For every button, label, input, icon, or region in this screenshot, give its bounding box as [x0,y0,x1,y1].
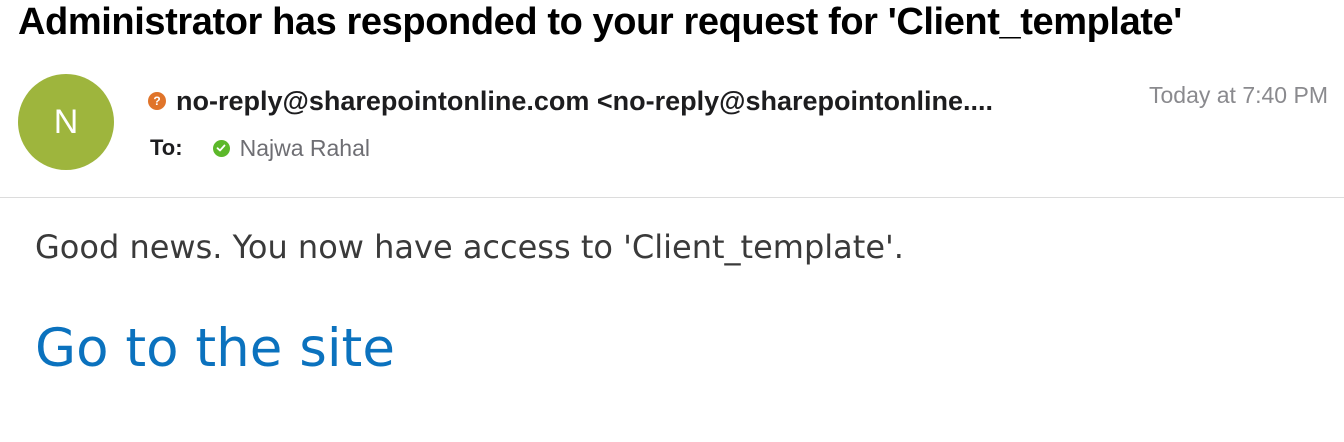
sender-address[interactable]: no-reply@sharepointonline.com <no-reply@… [176,86,993,117]
question-icon: ? [148,92,166,110]
sender-avatar[interactable]: N [18,74,114,170]
from-row: ? no-reply@sharepointonline.com <no-repl… [148,84,993,118]
to-row: To: Najwa Rahal [150,132,370,164]
received-date: Today at 7:40 PM [1149,82,1328,108]
checkmark-icon [212,139,230,157]
recipient-name[interactable]: Najwa Rahal [240,135,370,162]
avatar-initial: N [53,102,79,141]
to-label: To: [150,135,183,160]
subject-heading: Administrator has responded to your requ… [18,1,1182,43]
header-divider [0,197,1344,198]
message-body-text: Good news. You now have access to 'Clien… [35,228,904,266]
go-to-site-link[interactable]: Go to the site [35,318,395,379]
